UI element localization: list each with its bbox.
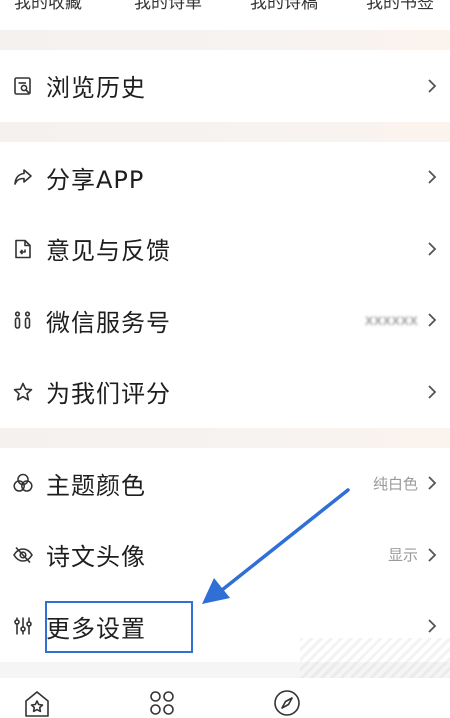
bottom-navigation [0, 678, 450, 718]
home-icon[interactable] [22, 688, 52, 718]
grid-clover-icon[interactable] [147, 688, 177, 718]
annotation-arrow [202, 488, 350, 604]
compass-icon[interactable] [272, 688, 302, 718]
